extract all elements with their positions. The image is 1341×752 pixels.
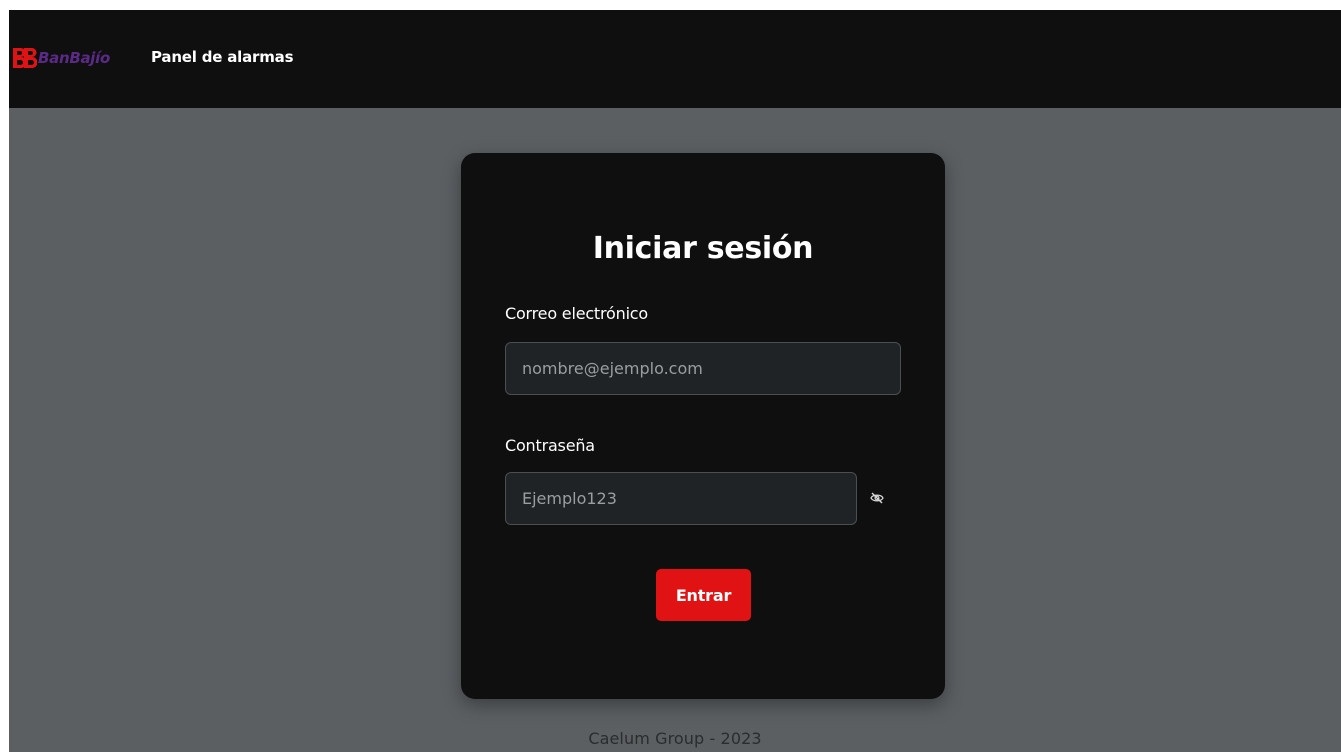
password-input[interactable]: [505, 472, 857, 525]
eye-slash-icon[interactable]: [868, 489, 886, 507]
brand-name: BanBajío: [38, 49, 110, 67]
password-label: Contraseña: [505, 436, 595, 455]
navbar-title: Panel de alarmas: [151, 48, 294, 66]
navbar: BanBajío Panel de alarmas: [9, 10, 1341, 108]
login-title: Iniciar sesión: [592, 231, 814, 266]
brand-link[interactable]: BanBajío: [11, 46, 110, 70]
app-frame: BanBajío Panel de alarmas Iniciar sesión…: [9, 10, 1341, 752]
login-submit-button[interactable]: Entrar: [656, 569, 751, 621]
banbajio-logo-icon: [13, 48, 37, 68]
email-input[interactable]: [505, 342, 901, 395]
footer-text: Caelum Group - 2023: [588, 729, 762, 748]
login-card: Iniciar sesión Correo electrónico Contra…: [461, 153, 945, 699]
email-label: Correo electrónico: [505, 304, 648, 323]
